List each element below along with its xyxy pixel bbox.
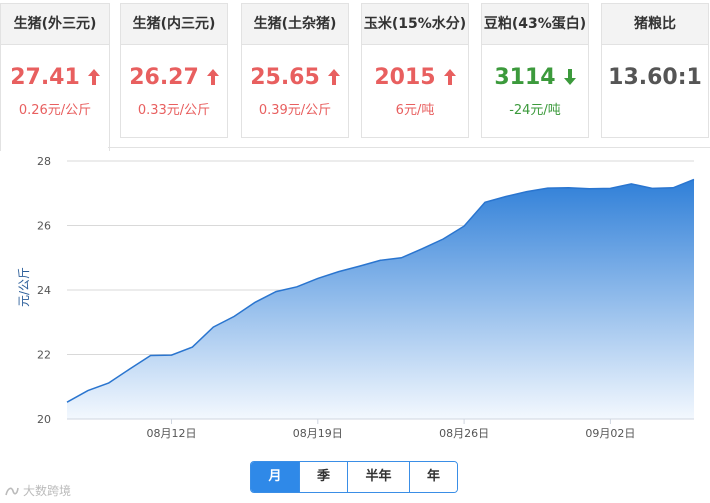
price-value: 2015	[374, 65, 436, 90]
x-tick-label: 08月12日	[147, 427, 197, 440]
watermark: 大数跨境	[4, 482, 71, 499]
card-price: 3114	[482, 65, 588, 91]
price-value: 25.65	[250, 65, 320, 90]
range-halfyear-button[interactable]: 半年	[347, 462, 409, 492]
arrow-up-icon	[327, 66, 340, 91]
logo-icon	[5, 487, 19, 495]
range-quarter-button[interactable]: 季	[299, 462, 347, 492]
card-price: 27.41	[1, 65, 109, 91]
card-price: 13.60:1	[608, 65, 702, 90]
price-card[interactable]: 豆粕(43%蛋白) 3114 -24元/吨	[481, 3, 589, 138]
arrow-up-icon	[206, 66, 219, 91]
card-change: 6元/吨	[395, 102, 435, 118]
y-tick-label: 28	[37, 155, 51, 168]
card-title: 猪粮比	[602, 4, 708, 45]
price-card[interactable]: 玉米(15%水分) 2015 6元/吨	[361, 3, 469, 138]
x-tick-label: 08月19日	[293, 427, 343, 440]
price-card[interactable]: 生猪(土杂猪) 25.65 0.39元/公斤	[241, 3, 349, 138]
area-series	[67, 179, 694, 419]
card-change: 0.33元/公斤	[137, 102, 211, 118]
card-price: 26.27	[121, 65, 227, 91]
card-change: 0.39元/公斤	[258, 102, 332, 118]
x-tick-label: 08月26日	[439, 427, 489, 440]
card-price: 25.65	[242, 65, 348, 91]
arrow-up-icon	[87, 66, 100, 91]
card-price: 2015	[362, 65, 468, 91]
watermark-text: 大数跨境	[23, 484, 72, 498]
y-tick-label: 26	[37, 220, 51, 233]
range-year-button[interactable]: 年	[409, 462, 457, 492]
range-month-button[interactable]: 月	[251, 462, 299, 492]
card-title: 生猪(内三元)	[121, 4, 227, 45]
arrow-up-icon	[443, 66, 456, 91]
price-card[interactable]: 生猪(内三元) 26.27 0.33元/公斤	[120, 3, 228, 138]
tab-divider	[108, 147, 710, 148]
card-title: 生猪(外三元)	[1, 4, 109, 45]
price-card[interactable]: 猪粮比 13.60:1	[601, 3, 709, 138]
price-card[interactable]: 生猪(外三元) 27.41 0.26元/公斤	[0, 3, 110, 151]
price-value: 27.41	[10, 65, 80, 90]
card-title: 生猪(土杂猪)	[242, 4, 348, 45]
card-change: -24元/吨	[509, 102, 561, 118]
price-value: 3114	[494, 65, 556, 90]
x-tick-label: 09月02日	[585, 427, 635, 440]
y-axis-label: 元/公斤	[17, 267, 31, 307]
y-tick-label: 24	[37, 284, 51, 297]
y-tick-label: 22	[37, 349, 51, 362]
range-selector: 月 季 半年 年	[250, 461, 458, 493]
card-title: 豆粕(43%蛋白)	[482, 4, 588, 45]
y-tick-label: 20	[37, 413, 51, 426]
price-cards: 生猪(外三元) 27.41 0.26元/公斤 生猪(内三元) 26.27 0.3…	[0, 0, 710, 151]
card-title: 玉米(15%水分)	[362, 4, 468, 45]
price-value: 26.27	[129, 65, 199, 90]
price-chart: 20 22 24 26 28 08月12日 08月19日 08月26日 09月02日 元/公斤	[17, 155, 695, 440]
arrow-down-icon	[563, 66, 576, 91]
card-change: 0.26元/公斤	[18, 102, 92, 118]
